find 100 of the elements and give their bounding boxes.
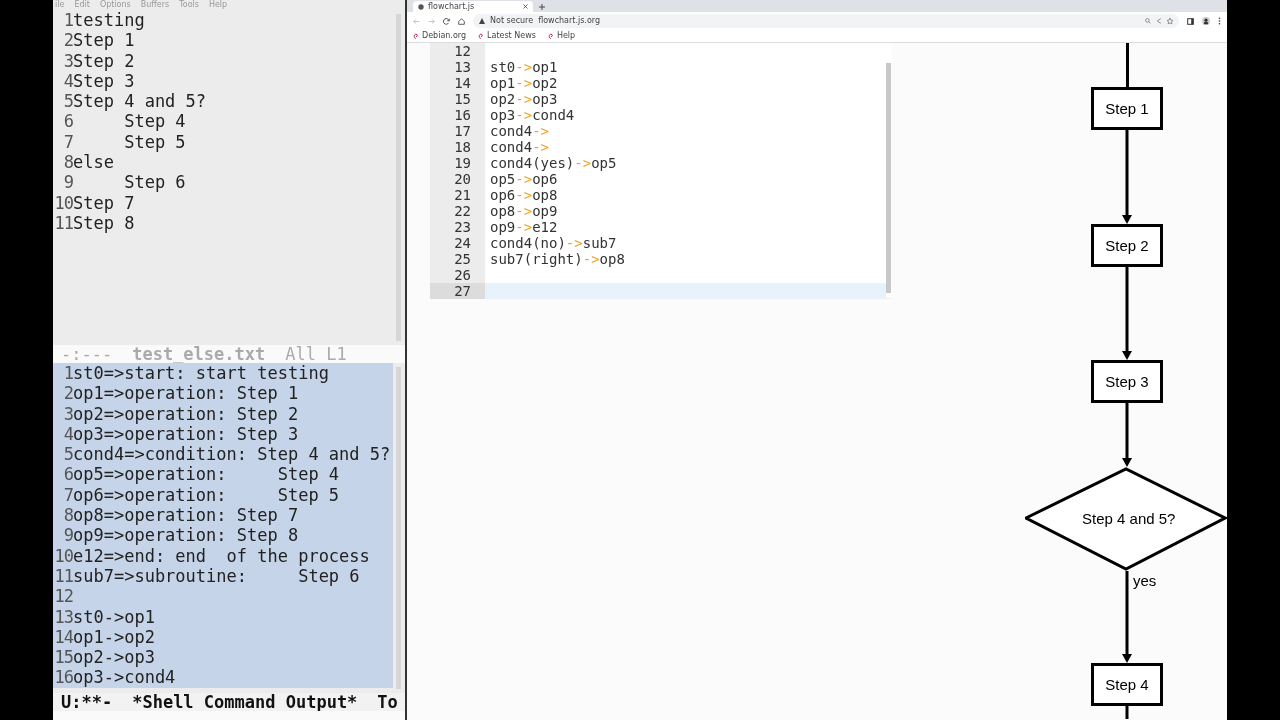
browser-tab[interactable]: flowchart.js [413, 1, 533, 12]
line-number: 9 [62, 525, 73, 546]
code-line: op8=>operation: Step 7 [73, 505, 299, 526]
line-number: 3 [62, 403, 73, 424]
buffer-status: -:--- [61, 345, 113, 363]
url-text: flowchart.js.org [538, 16, 601, 26]
line-number: 6 [62, 464, 73, 485]
line-number: 7 [62, 484, 73, 506]
line-number: 16 [53, 667, 73, 688]
zoom-icon[interactable] [1145, 18, 1151, 24]
code-line: else [73, 152, 114, 173]
line-number: 8 [62, 152, 73, 173]
buffer-position: To [377, 693, 398, 711]
code-line: Step 2 [73, 50, 135, 71]
star-icon[interactable] [1167, 18, 1173, 24]
swirl-icon [547, 33, 554, 39]
buffer-position: All L1 [285, 345, 347, 363]
code-line: op1->op2 [73, 626, 155, 648]
line-number: 3 [62, 50, 73, 71]
line-number: 24 [430, 235, 485, 251]
home-icon[interactable] [458, 17, 465, 25]
code-line: Step 7 [73, 192, 135, 213]
line-number: 10 [53, 192, 73, 213]
code-line: Step 4 [123, 111, 186, 132]
code-line: op2=>operation: Step 2 [73, 403, 299, 424]
globe-icon [418, 3, 424, 10]
line-number: 1 [62, 10, 73, 31]
buffer-name: *Shell Command Output* [132, 693, 358, 711]
code-line: op9->e12 [489, 219, 558, 235]
code-line: op1->op2 [489, 75, 558, 91]
profile-icon[interactable] [1202, 17, 1210, 25]
flowchart-step-node: Step 3 [1091, 360, 1163, 403]
line-number: 2 [62, 30, 73, 51]
swirl-icon [478, 33, 485, 39]
warning-icon [479, 18, 485, 24]
scrollbar[interactable] [886, 63, 891, 293]
address-bar[interactable]: Not secure flowchart.js.org [473, 14, 1179, 28]
line-number: 7 [62, 131, 73, 153]
code-editor[interactable]: 12 13 st0->op1 14 op1->op2 15 op2->op3 16 op3->cond4 17 cond4-> 18 cond4-> 19 cond4(yes)->op5 20 op5->op6 21 op6->op8 22 op8->op9 23 op9->e12 24 cond4(no)->sub7 25 sub7(right)->op8 26 27 [430, 43, 892, 299]
line-number: 22 [430, 203, 485, 219]
bookmark-link[interactable]: Latest News [487, 31, 536, 41]
line-number: 14 [430, 75, 485, 91]
line-number: 27 [430, 283, 485, 299]
line-number: 4 [62, 70, 73, 92]
flowchart-step-node: Step 1 [1091, 87, 1163, 130]
code-line: Step 1 [73, 30, 135, 51]
forward-icon[interactable] [428, 17, 435, 25]
code-line: cond4-> [489, 139, 549, 155]
back-icon[interactable] [413, 17, 420, 25]
close-icon[interactable] [523, 4, 528, 9]
line-number: 8 [62, 505, 73, 526]
line-number: 12 [53, 586, 73, 607]
code-line: op3=>operation: Step 3 [73, 423, 299, 445]
code-line: cond4=>condition: Step 4 and 5? [73, 444, 391, 465]
line-number: 4 [62, 423, 73, 445]
new-tab-icon[interactable] [539, 4, 545, 10]
code-line: op6->op8 [489, 187, 558, 203]
menu-icon[interactable] [1218, 17, 1221, 25]
bookmark-link[interactable]: Help [556, 31, 576, 41]
connector-line [1125, 43, 1129, 87]
line-number: 1 [62, 363, 73, 384]
flowchart-step-node: Step 4 [1091, 663, 1163, 706]
side-panel-icon[interactable] [1187, 17, 1194, 25]
swirl-icon [413, 33, 419, 39]
line-number: 17 [430, 123, 485, 139]
code-line: st0=>start: start testing [73, 363, 329, 384]
line-number: 13 [53, 606, 73, 627]
line-number: 23 [430, 219, 485, 235]
code-line: op9=>operation: Step 8 [73, 525, 299, 546]
code-line: Step 4 and 5? [73, 91, 207, 112]
connector-arrow [1121, 403, 1133, 467]
decision-label: Step 4 and 5? [1082, 510, 1176, 527]
line-number: 25 [430, 251, 485, 267]
branch-label: yes [1133, 572, 1157, 589]
code-line: op6=>operation: Step 5 [73, 484, 340, 506]
bookmark-link[interactable]: Debian.org [422, 31, 467, 41]
line-number: 9 [62, 172, 73, 193]
share-icon[interactable] [1156, 18, 1162, 24]
code-line: Step 6 [123, 172, 186, 193]
reload-icon[interactable] [443, 17, 450, 25]
code-line: testing [73, 10, 145, 31]
line-number: 26 [430, 267, 485, 283]
code-line: op2->op3 [489, 91, 558, 107]
code-line: op5=>operation: Step 4 [73, 464, 340, 485]
code-line: op3->cond4 [73, 667, 176, 688]
flowchart-step-node: Step 2 [1091, 224, 1163, 267]
code-line: Step 3 [73, 70, 135, 92]
line-number: 15 [53, 647, 73, 668]
code-line: sub7(right)->op8 [489, 251, 625, 267]
line-number: 11 [53, 565, 73, 587]
code-line: st0->op1 [489, 59, 558, 75]
line-number: 16 [430, 107, 485, 123]
line-number: 21 [430, 187, 485, 203]
line-number: 18 [430, 139, 485, 155]
code-line: cond4(yes)->op5 [489, 155, 617, 171]
line-number: 20 [430, 171, 485, 187]
line-number: 12 [430, 43, 485, 59]
line-number: 14 [53, 626, 73, 648]
line-number: 10 [53, 545, 73, 566]
line-number: 5 [62, 91, 73, 112]
